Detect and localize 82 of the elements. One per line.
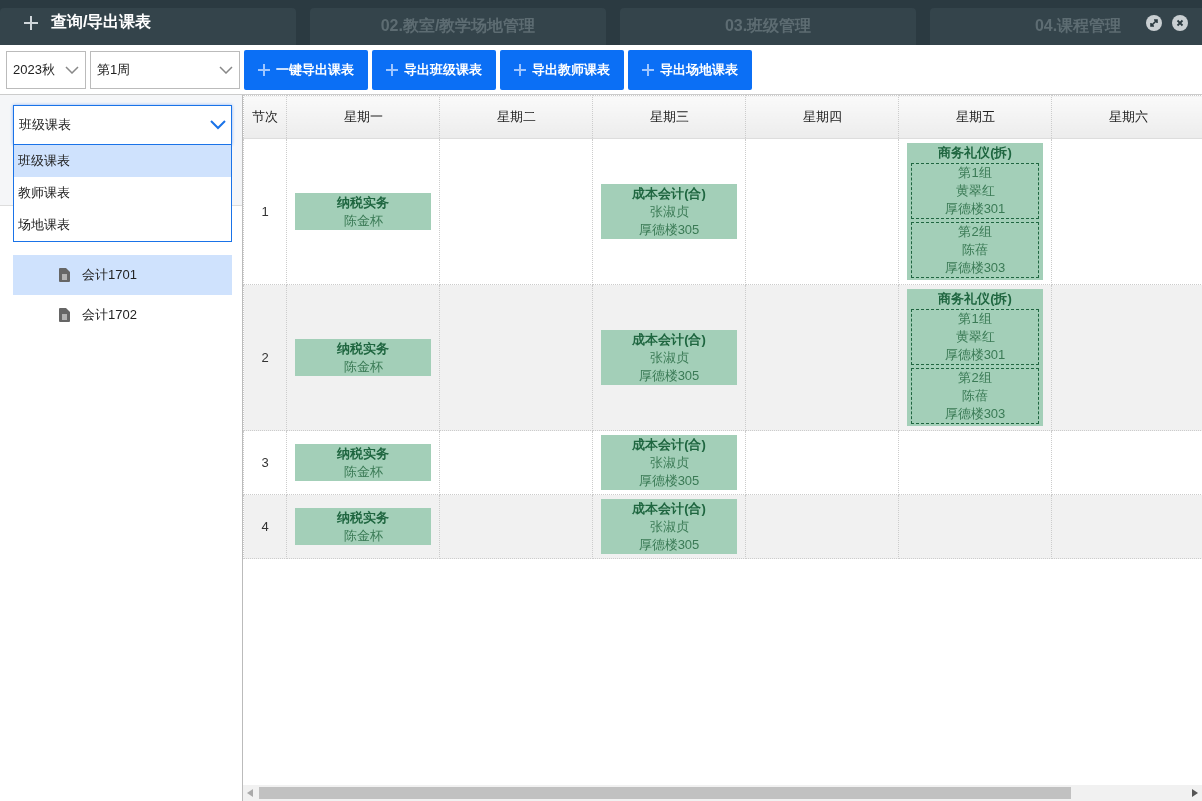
group-name: 第2组 — [957, 223, 993, 241]
teacher-name: 张淑贞 — [648, 518, 690, 536]
export-button[interactable]: 导出场地课表 — [628, 49, 752, 90]
course-name: 成本会计(合) — [631, 185, 707, 203]
tree-item[interactable]: 会计1702 — [13, 295, 232, 335]
teacher-name: 张淑贞 — [648, 203, 690, 221]
course-block[interactable]: 成本会计(合) 张淑贞 厚德楼305 — [601, 499, 737, 554]
room-name: 厚德楼305 — [637, 367, 701, 385]
room-name: 厚德楼301 — [943, 200, 1007, 218]
teacher-name: 黄翠红 — [954, 328, 996, 346]
teacher-name: 陈金杯 — [342, 212, 384, 230]
course-block[interactable]: 成本会计(合) 张淑贞 厚德楼305 — [601, 330, 737, 385]
period-cell: 4 — [243, 494, 287, 559]
course-name: 商务礼仪(拆) — [937, 290, 1013, 308]
column-header: 星期三 — [592, 95, 746, 139]
column-header: 星期五 — [898, 95, 1052, 139]
horizontal-scrollbar[interactable] — [243, 785, 1202, 801]
room-name: 厚德楼305 — [637, 536, 701, 554]
room-name: 厚德楼303 — [943, 259, 1007, 277]
column-header: 节次 — [243, 95, 287, 139]
chevron-icon — [65, 65, 79, 74]
schedule-type-dropdown[interactable]: 班级课表 — [13, 105, 232, 145]
course-name: 成本会计(合) — [631, 500, 707, 518]
group-name: 第2组 — [957, 369, 993, 387]
restore-icon[interactable] — [1146, 15, 1162, 31]
dropdown-option[interactable]: 教师课表 — [14, 177, 231, 209]
group-name: 第1组 — [957, 164, 993, 182]
course-name: 纳税实务 — [336, 340, 390, 358]
export-button[interactable]: 一键导出课表 — [244, 49, 368, 90]
course-block[interactable]: 商务礼仪(拆) 第1组 黄翠红 厚德楼301 第2组 陈蓓 厚德楼303 — [907, 289, 1043, 426]
column-header: 星期四 — [745, 95, 899, 139]
course-name: 纳税实务 — [336, 194, 390, 212]
course-name: 纳税实务 — [336, 445, 390, 463]
room-name: 厚德楼303 — [943, 405, 1007, 423]
teacher-name: 陈蓓 — [961, 241, 989, 259]
teacher-name: 黄翠红 — [954, 182, 996, 200]
teacher-name: 陈蓓 — [961, 387, 989, 405]
term-select[interactable]: 2023秋 — [6, 50, 86, 89]
column-header: 星期六 — [1051, 95, 1202, 139]
chevron-icon — [219, 65, 233, 74]
plus-icon — [642, 63, 654, 76]
dropdown-option[interactable]: 场地课表 — [14, 209, 231, 241]
course-name: 成本会计(合) — [631, 331, 707, 349]
course-block[interactable]: 成本会计(合) 张淑贞 厚德楼305 — [601, 435, 737, 490]
course-block[interactable]: 纳税实务 陈金杯 — [295, 193, 431, 230]
close-icon[interactable] — [1172, 15, 1188, 31]
course-name: 商务礼仪(拆) — [937, 144, 1013, 162]
window-title: 查询/导出课表 — [51, 12, 152, 32]
column-header: 星期一 — [286, 95, 440, 139]
course-name: 纳税实务 — [336, 509, 390, 527]
column-header: 星期二 — [439, 95, 593, 139]
course-block[interactable]: 商务礼仪(拆) 第1组 黄翠红 厚德楼301 第2组 陈蓓 厚德楼303 — [907, 143, 1043, 280]
chevron-icon — [210, 120, 226, 130]
week-select[interactable]: 第1周 — [90, 50, 240, 89]
course-name: 成本会计(合) — [631, 436, 707, 454]
plus-icon — [24, 15, 38, 30]
course-block[interactable]: 纳税实务 陈金杯 — [295, 508, 431, 545]
group-name: 第1组 — [957, 310, 993, 328]
period-cell: 1 — [243, 138, 287, 285]
dropdown-option[interactable]: 班级课表 — [14, 145, 231, 177]
room-name: 厚德楼301 — [943, 346, 1007, 364]
tree-item[interactable]: 会计1701 — [13, 255, 232, 295]
export-button[interactable]: 导出班级课表 — [372, 49, 496, 90]
teacher-name: 陈金杯 — [342, 463, 384, 481]
room-name: 厚德楼305 — [637, 221, 701, 239]
export-button[interactable]: 导出教师课表 — [500, 49, 624, 90]
course-block[interactable]: 纳税实务 陈金杯 — [295, 444, 431, 481]
course-block[interactable]: 纳税实务 陈金杯 — [295, 339, 431, 376]
scroll-right-icon[interactable] — [1192, 789, 1198, 797]
teacher-name: 陈金杯 — [342, 527, 384, 545]
document-icon — [59, 268, 70, 282]
period-cell: 2 — [243, 284, 287, 431]
room-name: 厚德楼305 — [637, 472, 701, 490]
document-icon — [59, 308, 70, 322]
teacher-name: 陈金杯 — [342, 358, 384, 376]
plus-icon — [514, 63, 526, 76]
plus-icon — [258, 63, 270, 76]
period-cell: 3 — [243, 430, 287, 495]
teacher-name: 张淑贞 — [648, 349, 690, 367]
plus-icon — [386, 63, 398, 76]
teacher-name: 张淑贞 — [648, 454, 690, 472]
course-block[interactable]: 成本会计(合) 张淑贞 厚德楼305 — [601, 184, 737, 239]
